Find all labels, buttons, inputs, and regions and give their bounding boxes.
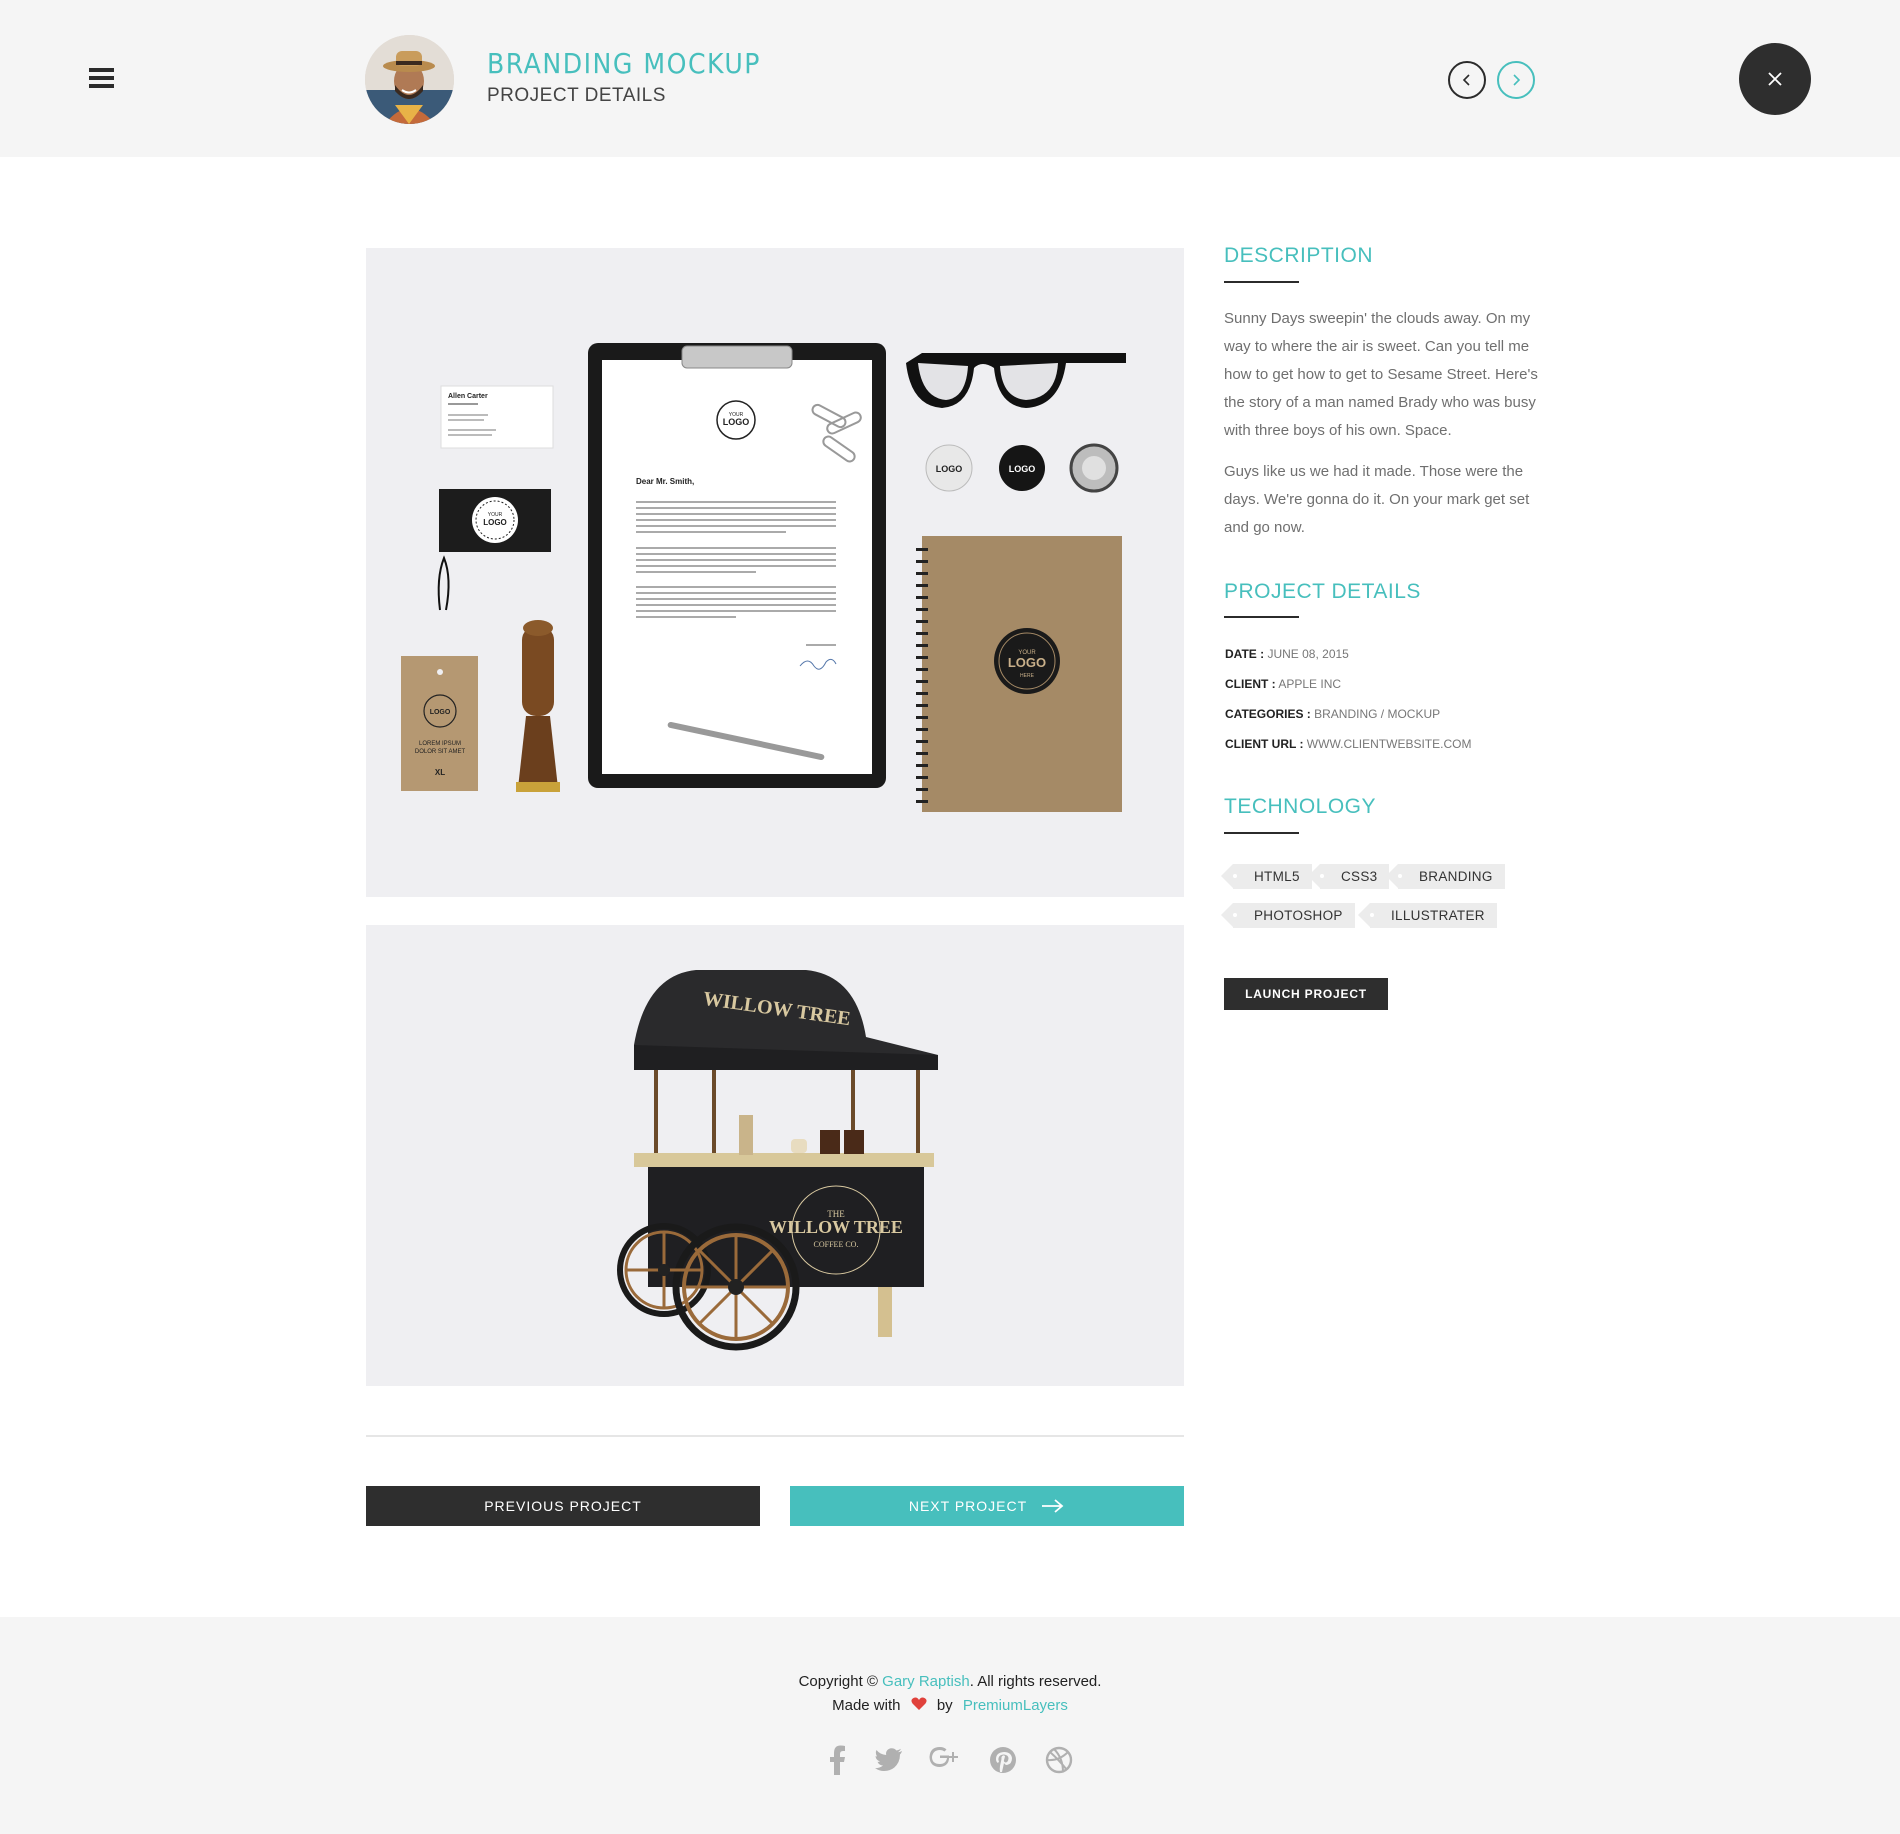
premiumlayers-link[interactable]: PremiumLayers [963,1697,1068,1714]
svg-text:HERE: HERE [1020,673,1035,679]
svg-text:WILLOW TREE: WILLOW TREE [769,1217,903,1237]
stationery-mockup-image: Allen Carter YOUR LOGO LOGO LOREM IPSUM … [366,248,1184,897]
previous-project-button[interactable]: PREVIOUS PROJECT [366,1486,760,1526]
svg-text:LOGO: LOGO [936,464,963,474]
footer [0,1617,1900,1834]
description-paragraph-2: Guys like us we had it made. Those were … [1224,463,1530,536]
chevron-right-icon [1513,74,1521,86]
launch-project-button[interactable]: LAUNCH PROJECT [1224,978,1388,1010]
technology-heading: TECHNOLOGY [1224,795,1377,818]
heart-icon [911,1697,927,1710]
detail-row-categories: CATEGORIES : BRANDING / MOCKUP [1225,707,1441,721]
detail-row-client-url: CLIENT URL : WWW.CLIENTWEBSITE.COM [1225,737,1472,751]
detail-row-date: DATE : JUNE 08, 2015 [1225,647,1349,661]
svg-text:DOLOR SIT AMET: DOLOR SIT AMET [415,749,466,755]
coffee-cart-image: WILLOW TREE THE WILLOW TREE COFFEE CO. [366,925,1184,1386]
svg-text:XL: XL [435,768,445,777]
svg-text:COFFEE CO.: COFFEE CO. [814,1240,859,1249]
description-paragraph-1: Sunny Days sweepin' the clouds away. On … [1224,310,1538,439]
twitter-icon[interactable] [872,1743,906,1777]
next-project-label: NEXT PROJECT [908,1498,1028,1514]
close-button[interactable] [1739,43,1811,115]
business-card-front: Allen Carter [440,385,554,449]
hamburger-menu-icon[interactable] [89,68,114,88]
page-title: BRANDING MOCKUP [487,47,761,80]
svg-text:LOGO: LOGO [483,518,507,527]
divider [366,1435,1184,1437]
pinterest-icon[interactable] [986,1743,1020,1777]
dribbble-icon[interactable] [1042,1743,1076,1777]
project-details-underline [1224,616,1299,618]
technology-underline [1224,832,1299,834]
svg-text:LOGO: LOGO [1009,464,1036,474]
kraft-notebook: YOUR LOGO HERE [916,536,1122,812]
client-url-link[interactable]: WWW.CLIENTWEBSITE.COM [1307,737,1472,751]
svg-text:LOREM IPSUM: LOREM IPSUM [419,741,461,747]
close-icon [1768,72,1782,86]
arrow-right-icon [1042,1499,1064,1513]
description-underline [1224,281,1299,283]
next-arrow-button[interactable] [1497,61,1535,99]
author-link[interactable]: Gary Raptish [882,1673,970,1690]
pin-badges: LOGO LOGO [925,443,1119,493]
tag-html5[interactable]: HTML5 [1221,864,1312,889]
tag-css3[interactable]: CSS3 [1307,864,1390,889]
svg-text:LOGO: LOGO [1008,655,1046,670]
facebook-icon[interactable] [820,1743,854,1777]
avatar [365,35,454,124]
page-subtitle: PROJECT DETAILS [487,85,666,106]
header: BRANDING MOCKUP PROJECT DETAILS [0,0,1900,157]
previous-arrow-button[interactable] [1448,61,1486,99]
business-card-back: YOUR LOGO [439,489,551,552]
wooden-stamp [516,620,560,792]
project-details-heading: PROJECT DETAILS [1224,580,1421,603]
tag-branding[interactable]: BRANDING [1386,864,1505,889]
copyright-text: Copyright © Gary Raptish. All rights res… [798,1673,1102,1690]
description-heading: DESCRIPTION [1224,244,1374,267]
clipboard-letterhead: YOUR LOGO Dear Mr. Smith, [588,343,886,788]
chevron-left-icon [1462,74,1470,86]
tag-illustrater[interactable]: ILLUSTRATER [1358,903,1497,928]
detail-row-client: CLIENT : APPLE INC [1225,677,1342,691]
svg-text:LOGO: LOGO [430,709,451,716]
letter-greeting: Dear Mr. Smith, [636,477,694,486]
business-card-name: Allen Carter [448,393,488,400]
next-project-button[interactable]: NEXT PROJECT [790,1486,1184,1526]
made-with-text: Made with by PremiumLayers [832,1697,1068,1714]
google-plus-icon[interactable] [928,1743,962,1777]
svg-text:LOGO: LOGO [723,417,750,427]
tag-photoshop[interactable]: PHOTOSHOP [1221,903,1355,928]
previous-project-label: PREVIOUS PROJECT [484,1498,642,1514]
